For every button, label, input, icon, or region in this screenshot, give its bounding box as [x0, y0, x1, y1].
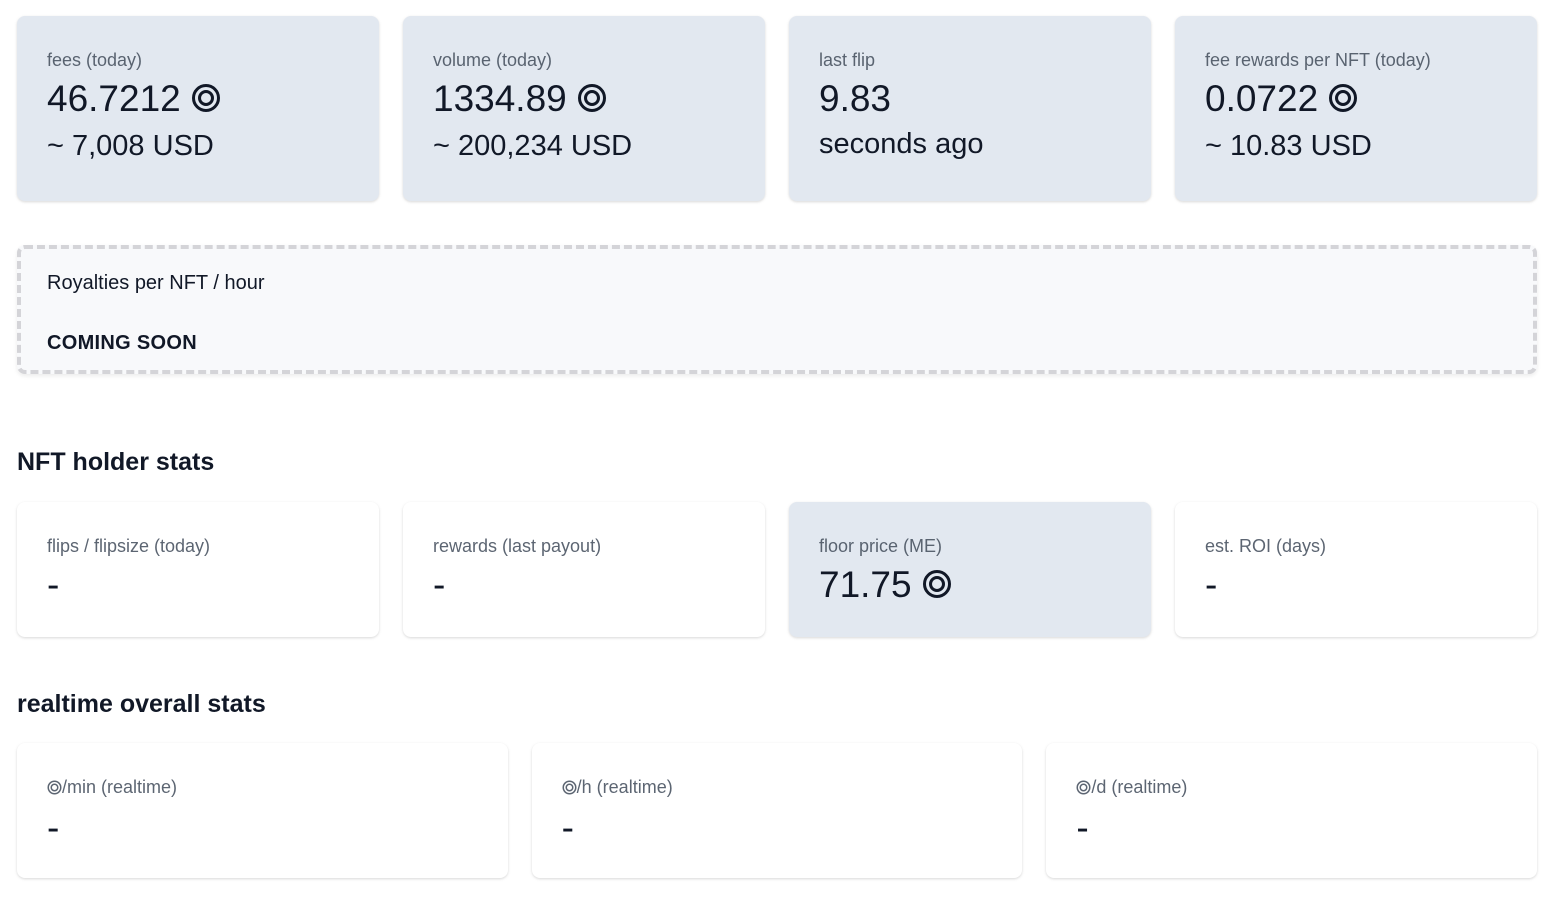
fee-rewards-card: fee rewards per NFT (today) 0.0722 ~ 10.…: [1175, 16, 1537, 201]
dashboard-page: fees (today) 46.7212 ~ 7,008 USD volume …: [0, 0, 1557, 897]
stat-title: /min (realtime): [47, 775, 478, 801]
stat-value: 71.75: [819, 564, 1121, 608]
banner-title: Royalties per NFT / hour: [47, 272, 265, 294]
rewards-card: rewards (last payout) -: [403, 502, 765, 637]
per-minute-card: /min (realtime) -: [17, 743, 508, 878]
section-title-realtime: realtime overall stats: [17, 690, 266, 718]
stat-title: flips / flipsize (today): [47, 536, 211, 556]
stat-value: 9.83: [819, 78, 1121, 120]
realtime-stats-row: /min (realtime) - /h (realtime) - /d (re…: [17, 743, 1538, 878]
coming-soon-label: COMING SOON: [47, 332, 197, 354]
holder-stats-row: flips / flipsize (today) - rewards (last…: [17, 502, 1537, 637]
stat-title: volume (today): [433, 50, 553, 70]
stat-value: -: [47, 807, 60, 848]
stat-title: last flip: [819, 50, 876, 70]
sol-coin-icon: [1328, 80, 1358, 122]
roi-card: est. ROI (days) -: [1175, 502, 1537, 637]
sol-coin-icon: [47, 777, 62, 801]
stat-value: 0.0722: [1205, 78, 1507, 122]
stat-value: -: [47, 564, 60, 605]
stat-value: -: [1205, 564, 1218, 605]
per-hour-card: /h (realtime) -: [531, 743, 1023, 878]
sol-coin-icon: [922, 566, 952, 608]
stat-value-number: 0.0722: [1205, 78, 1319, 119]
stat-title: rewards (last payout): [433, 536, 602, 556]
stat-value: -: [561, 807, 574, 848]
stat-title-text: /h (realtime): [576, 777, 673, 797]
sol-coin-icon: [1076, 777, 1091, 801]
last-flip-card: last flip 9.83 seconds ago: [789, 16, 1151, 201]
stat-value: -: [1076, 807, 1089, 848]
stat-value-number: 46.7212: [47, 78, 181, 119]
sol-coin-icon: [562, 777, 577, 801]
stat-value-number: 71.75: [819, 564, 912, 605]
stat-title-text: /min (realtime): [62, 777, 178, 797]
stat-value: 1334.89: [433, 78, 735, 122]
top-stats-row: fees (today) 46.7212 ~ 7,008 USD volume …: [17, 16, 1537, 201]
sol-coin-icon: [577, 80, 607, 122]
stat-title: floor price (ME): [819, 536, 943, 556]
stat-desc: ~ 200,234 USD: [433, 130, 633, 163]
sol-coin-icon: [191, 80, 221, 122]
stat-title: /h (realtime): [562, 775, 993, 801]
section-title-holder: NFT holder stats: [17, 448, 215, 476]
stat-value-number: 9.83: [819, 78, 892, 119]
stat-title-text: /d (realtime): [1091, 777, 1188, 797]
stat-desc: seconds ago: [819, 128, 984, 160]
royalties-banner: Royalties per NFT / hour COMING SOON: [17, 245, 1537, 374]
stat-desc: ~ 7,008 USD: [47, 130, 214, 163]
stat-title: fees (today): [47, 50, 143, 70]
stat-value: -: [433, 564, 446, 605]
stat-value-number: 1334.89: [433, 78, 567, 119]
flips-card: flips / flipsize (today) -: [17, 502, 379, 637]
fees-today-card: fees (today) 46.7212 ~ 7,008 USD: [17, 16, 379, 201]
stat-desc: ~ 10.83 USD: [1205, 130, 1372, 163]
floor-price-card: floor price (ME) 71.75: [789, 502, 1151, 637]
volume-today-card: volume (today) 1334.89 ~ 200,234 USD: [403, 16, 765, 201]
stat-value: 46.7212: [47, 78, 349, 122]
stat-title: /d (realtime): [1076, 775, 1507, 801]
stat-title: fee rewards per NFT (today): [1205, 50, 1431, 70]
stat-title: est. ROI (days): [1205, 536, 1327, 556]
per-day-card: /d (realtime) -: [1046, 743, 1538, 878]
